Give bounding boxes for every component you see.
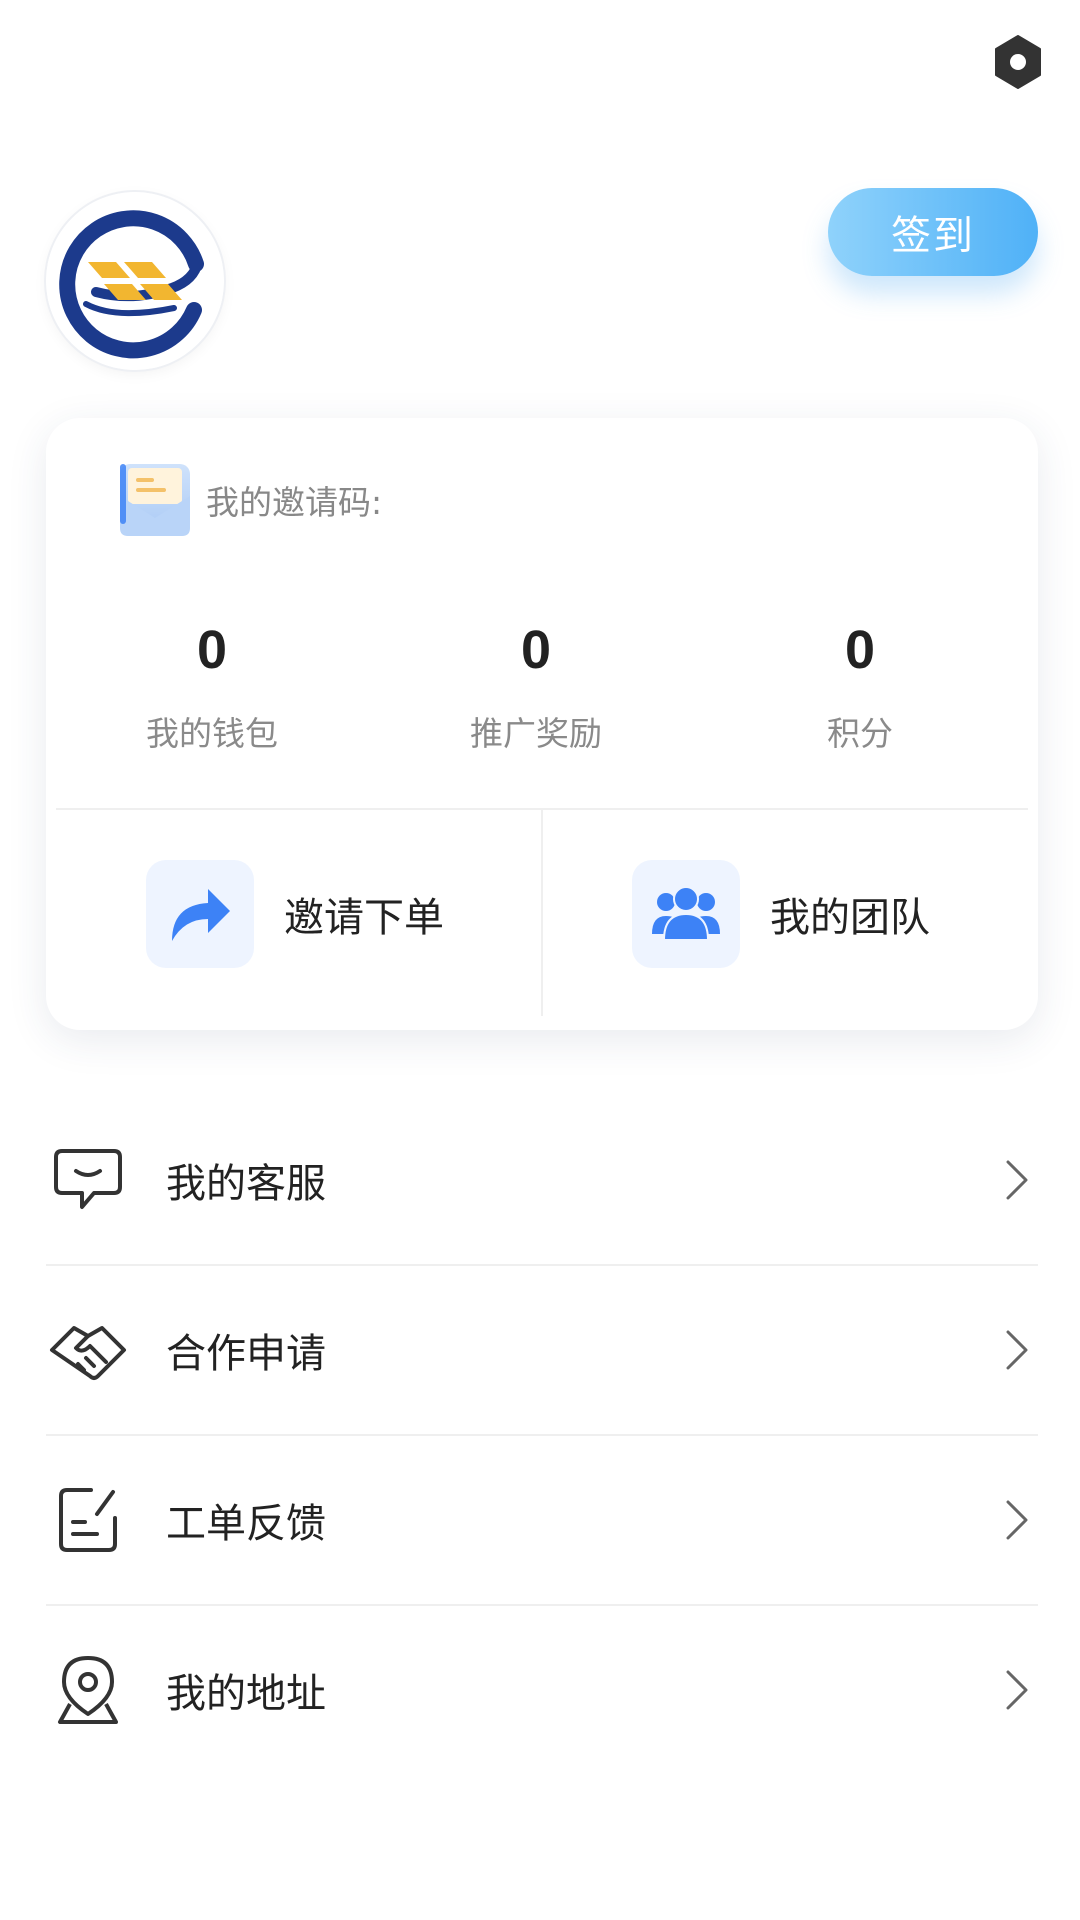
profile-page: 签到 我的邀请码: 0 我的钱包 0 推广奖励 0 积分 邀请下单 我的团队 我… — [0, 0, 1080, 1920]
stat-promotion-reward[interactable]: 0 推广奖励 — [374, 618, 698, 756]
menu-item-ticket-feedback[interactable]: 工单反馈 — [46, 1434, 1038, 1604]
menu-label: 合作申请 — [166, 1331, 326, 1377]
chat-service-icon — [54, 1149, 122, 1209]
chevron-right-icon — [1006, 1670, 1028, 1710]
feedback-edit-icon — [59, 1488, 117, 1552]
stat-label: 积分 — [827, 714, 893, 753]
chevron-right-icon — [1006, 1500, 1028, 1540]
avatar[interactable] — [46, 192, 224, 370]
menu-icon-wrap — [48, 1480, 128, 1560]
location-pin-icon — [58, 1656, 118, 1724]
stat-wallet[interactable]: 0 我的钱包 — [50, 618, 374, 756]
menu-icon-wrap — [48, 1140, 128, 1220]
menu-item-my-address[interactable]: 我的地址 — [46, 1604, 1038, 1774]
my-team-button[interactable]: 我的团队 — [632, 858, 930, 970]
stat-value: 0 — [844, 620, 876, 680]
stats-row: 0 我的钱包 0 推广奖励 0 积分 — [46, 618, 1038, 756]
menu-label: 我的地址 — [166, 1671, 326, 1717]
envelope-icon — [120, 464, 190, 536]
menu-label: 我的客服 — [166, 1161, 326, 1207]
menu-item-cooperation[interactable]: 合作申请 — [46, 1264, 1038, 1434]
action-label: 邀请下单 — [284, 895, 444, 941]
invite-code-label: 我的邀请码: — [206, 483, 383, 522]
action-icon-box — [632, 860, 740, 968]
chevron-right-icon — [1006, 1160, 1028, 1200]
action-label: 我的团队 — [770, 895, 930, 941]
card-divider-vertical — [541, 808, 543, 1016]
company-logo — [46, 192, 224, 370]
stat-label: 推广奖励 — [470, 714, 602, 753]
menu-icon-wrap — [48, 1650, 128, 1730]
chevron-right-icon — [1006, 1330, 1028, 1370]
menu-item-customer-service[interactable]: 我的客服 — [46, 1096, 1038, 1264]
menu-list: 我的客服 合作申请 工单反馈 我的地址 — [46, 1096, 1038, 1774]
stat-value: 0 — [520, 620, 552, 680]
settings-button[interactable] — [988, 32, 1048, 92]
account-card: 我的邀请码: 0 我的钱包 0 推广奖励 0 积分 邀请下单 我的团队 — [46, 418, 1038, 1030]
team-icon — [652, 886, 720, 941]
stat-points[interactable]: 0 积分 — [698, 618, 1022, 756]
menu-label: 工单反馈 — [166, 1501, 326, 1547]
stat-label: 我的钱包 — [146, 714, 278, 753]
checkin-button[interactable]: 签到 — [828, 188, 1038, 276]
invite-code-row[interactable]: 我的邀请码: — [116, 460, 382, 540]
share-arrow-icon — [172, 889, 230, 941]
invite-order-button[interactable]: 邀请下单 — [146, 858, 444, 970]
handshake-icon — [50, 1326, 126, 1380]
stat-value: 0 — [196, 620, 228, 680]
settings-hexagon-icon — [995, 35, 1041, 89]
menu-icon-wrap — [48, 1310, 128, 1390]
action-icon-box — [146, 860, 254, 968]
